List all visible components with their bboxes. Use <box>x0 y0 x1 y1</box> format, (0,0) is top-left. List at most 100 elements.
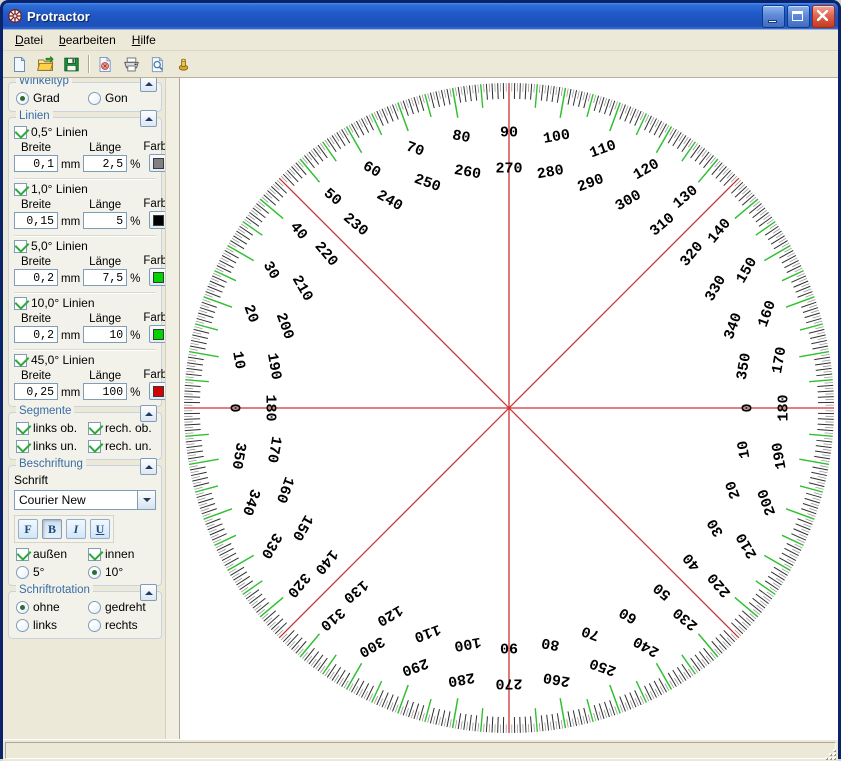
menu-bearbeiten[interactable]: bearbeiten <box>52 31 123 49</box>
linien-row-4-laenge-input[interactable]: 100 <box>83 383 127 400</box>
radio-step-10[interactable]: 10° <box>88 565 156 579</box>
main-body: Winkeltyp Grad Gon <box>3 78 838 739</box>
linien-row-1-breite-unit: mm <box>61 216 80 229</box>
open-folder-button[interactable] <box>33 52 58 76</box>
svg-text:120: 120 <box>631 156 663 184</box>
checkbox-links-un[interactable]: links un. <box>16 439 84 453</box>
protractor-canvas[interactable]: 0102030405060708090100110120130140150160… <box>180 78 838 739</box>
minimize-button[interactable] <box>762 5 785 28</box>
settings-button[interactable] <box>171 52 196 76</box>
radio-gon-indicator <box>88 92 101 105</box>
radio-ohne[interactable]: ohne <box>16 600 84 614</box>
linien-row-1-laenge-input[interactable]: 5 <box>83 212 127 229</box>
linien-row-2-farbe-button[interactable] <box>149 268 165 286</box>
linien-row-0-farbe-button[interactable] <box>149 154 165 172</box>
linien-row-4-farbe-button[interactable] <box>149 382 165 400</box>
linien-row-2-header[interactable]: 5,0° Linien <box>14 239 156 253</box>
linien-row-3-header[interactable]: 10,0° Linien <box>14 296 156 310</box>
checkbox-links-un-indicator <box>16 440 29 453</box>
linien-row-4-breite-input[interactable]: 0,25 <box>14 383 58 400</box>
svg-text:0: 0 <box>226 403 243 412</box>
radio-grad[interactable]: Grad <box>16 91 84 105</box>
linien-row-0-label: 0,5° Linien <box>31 125 88 139</box>
radio-links[interactable]: links <box>16 618 84 632</box>
protractor-document-button[interactable] <box>93 52 118 76</box>
menu-datei[interactable]: Datei <box>8 31 50 49</box>
italic-button[interactable]: I <box>66 519 86 539</box>
collapse-linien-button[interactable] <box>140 110 157 127</box>
svg-text:270: 270 <box>495 161 522 178</box>
underline-button[interactable]: U <box>90 519 110 539</box>
linien-row-3-laenge-input[interactable]: 10 <box>83 326 127 343</box>
radio-gedreht[interactable]: gedreht <box>88 600 156 614</box>
linien-row-4-checkbox[interactable] <box>14 354 27 367</box>
collapse-beschriftung-button[interactable] <box>140 458 157 475</box>
new-file-button[interactable] <box>7 52 32 76</box>
linien-row-2-checkbox[interactable] <box>14 240 27 253</box>
divider <box>14 235 156 236</box>
print-button[interactable] <box>119 52 144 76</box>
beschriftung-step: 5° 10° <box>14 565 156 579</box>
linien-row-1-header[interactable]: 1,0° Linien <box>14 182 156 196</box>
close-button[interactable] <box>812 5 835 28</box>
checkbox-rech-ob[interactable]: rech. ob. <box>88 421 156 435</box>
svg-text:290: 290 <box>575 171 606 196</box>
radio-ohne-indicator <box>16 601 29 614</box>
svg-text:290: 290 <box>399 654 430 679</box>
font-dialog-button[interactable]: F <box>18 519 38 539</box>
collapse-segmente-button[interactable] <box>140 405 157 422</box>
maximize-button[interactable] <box>787 5 810 28</box>
linien-row-1-checkbox[interactable] <box>14 183 27 196</box>
checkbox-links-ob[interactable]: links ob. <box>16 421 84 435</box>
svg-text:60: 60 <box>359 158 383 182</box>
collapse-schriftrotation-button[interactable] <box>140 584 157 601</box>
chevron-down-icon[interactable] <box>137 491 155 509</box>
svg-text:180: 180 <box>776 394 793 421</box>
print-preview-button[interactable] <box>145 52 170 76</box>
radio-gon[interactable]: Gon <box>88 91 156 105</box>
svg-text:0: 0 <box>740 403 757 412</box>
linien-row-0-breite-input[interactable]: 0,1 <box>14 155 58 172</box>
svg-text:330: 330 <box>257 530 285 562</box>
radio-step-5[interactable]: 5° <box>16 565 84 579</box>
checkbox-aussen-label: außen <box>33 547 67 561</box>
linien-row-1-breite-input[interactable]: 0,15 <box>14 212 58 229</box>
linien-row-2-breite-input[interactable]: 0,2 <box>14 269 58 286</box>
font-select[interactable]: Courier New <box>14 490 156 510</box>
linien-row-4-header[interactable]: 45,0° Linien <box>14 353 156 367</box>
svg-text:300: 300 <box>356 632 388 660</box>
menu-hilfe[interactable]: Hilfe <box>125 31 163 49</box>
linien-row-3-breite-input[interactable]: 0,2 <box>14 326 58 343</box>
linien-row-0-laenge-input[interactable]: 2,5 <box>83 155 127 172</box>
checkbox-rech-un[interactable]: rech. un. <box>88 439 156 453</box>
linien-row-0-header[interactable]: 0,5° Linien <box>14 125 156 139</box>
svg-text:230: 230 <box>670 603 702 633</box>
linien-row-3-checkbox[interactable] <box>14 297 27 310</box>
linien-row-2-laenge-input[interactable]: 7,5 <box>83 269 127 286</box>
radio-grad-indicator <box>16 92 29 105</box>
toolbar-separator <box>88 55 89 73</box>
linien-row-0-checkbox[interactable] <box>14 126 27 139</box>
caret-up-icon <box>145 82 153 86</box>
svg-text:110: 110 <box>587 137 618 162</box>
group-linien-label: Linien <box>16 110 53 122</box>
linien-row-3-farbe-button[interactable] <box>149 325 165 343</box>
resize-grip[interactable] <box>822 746 836 760</box>
checkbox-links-ob-label: links ob. <box>33 421 77 435</box>
color-swatch <box>153 272 164 283</box>
group-beschriftung-label: Beschriftung <box>16 458 86 470</box>
checkbox-innen[interactable]: innen <box>88 547 156 561</box>
checkbox-aussen[interactable]: außen <box>16 547 84 561</box>
linien-row-2-breite-unit: mm <box>61 273 80 286</box>
save-button[interactable] <box>59 52 84 76</box>
radio-rechts[interactable]: rechts <box>88 618 156 632</box>
collapse-winkeltyp-button[interactable] <box>140 78 157 92</box>
bold-button[interactable]: B <box>42 519 62 539</box>
sidebar-scrollbar[interactable] <box>165 78 179 739</box>
status-bar <box>3 739 838 761</box>
radio-gedreht-indicator <box>88 601 101 614</box>
laenge-caption: Länge <box>89 370 121 382</box>
svg-text:120: 120 <box>374 601 406 629</box>
linien-row-1-farbe-button[interactable] <box>149 211 165 229</box>
font-select-value: Courier New <box>15 493 137 507</box>
